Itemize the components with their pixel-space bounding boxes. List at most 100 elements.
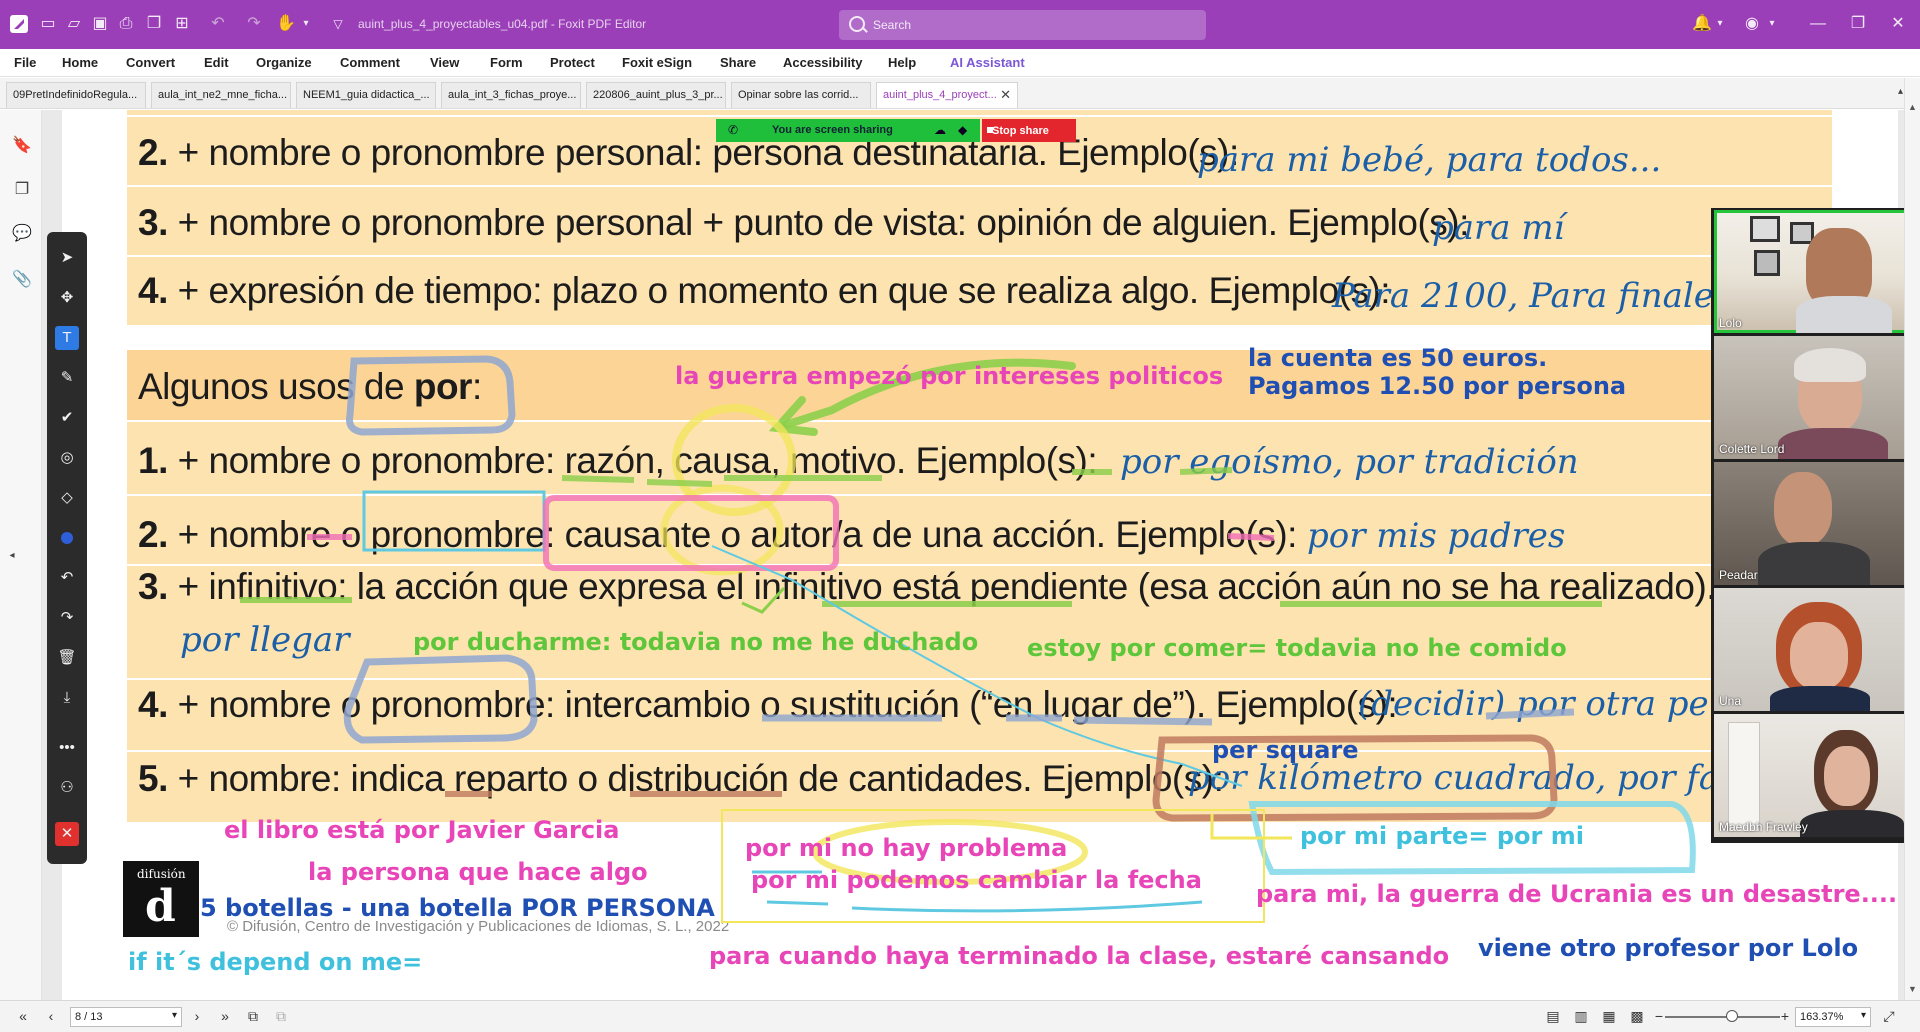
print-icon[interactable]: ⎙ [116,14,136,34]
foxit-logo-icon[interactable] [10,15,28,33]
continuous-facing-view-icon[interactable]: ▩ [1628,1008,1646,1025]
new-doc-icon[interactable]: ▭ [38,14,58,34]
text-tool-icon[interactable]: T [55,326,79,350]
account-icon[interactable]: ◉ [1742,14,1762,34]
new-page-icon[interactable]: ⊞ [172,14,192,34]
participant-tile[interactable]: Peadar [1714,462,1918,585]
participant-shoulders [1758,542,1870,585]
screen-sharing-indicator[interactable]: ✆ You are screen sharing ☁ ◆ [716,119,980,142]
hand-tool-icon[interactable]: ✋ [276,14,296,34]
scroll-up-icon[interactable]: ▲ [1908,102,1917,112]
stop-share-button[interactable]: Stop share [982,119,1076,142]
participants-icon[interactable]: ⚇ [55,776,79,800]
menu-edit[interactable]: Edit [204,55,229,70]
participant-tile[interactable]: Colette Lord [1714,336,1918,459]
save-icon[interactable]: ▣ [90,14,110,34]
search-input[interactable] [873,16,1173,34]
tab-document[interactable]: aula_int_ne2_mne_ficha... [151,82,291,108]
color-picker-icon[interactable] [55,526,79,550]
tab-label: Opinar sobre las corrid... [738,89,859,101]
annotation-text: para mi, la guerra de Ucrania es un desa… [1256,880,1898,908]
menu-help[interactable]: Help [888,55,916,70]
scroll-down-icon[interactable]: ▼ [1908,984,1917,994]
first-page-icon[interactable]: « [14,1008,32,1024]
handwritten-example: por llegar [180,620,350,660]
menu-foxit-esign[interactable]: Foxit eSign [622,55,692,70]
fit-view-icon[interactable]: ⧉ [272,1008,290,1025]
last-page-icon[interactable]: » [216,1008,234,1024]
tab-document[interactable]: Opinar sobre las corrid... [731,82,871,108]
participant-shoulders [1796,296,1892,333]
customize-quick-access-icon[interactable]: ▽ [328,14,348,34]
publisher-logo-text: difusión [137,867,186,881]
close-toolbar-icon[interactable]: ✕ [55,822,79,846]
zoom-level-field[interactable]: 163.37% [1795,1007,1871,1027]
close-icon[interactable]: ✕ [1888,14,1908,34]
copy-doc-icon[interactable]: ❐ [144,14,164,34]
tab-document[interactable]: NEEM1_guia didactica_... [296,82,436,108]
single-page-view-icon[interactable]: ▤ [1544,1008,1562,1025]
minimize-icon[interactable]: — [1808,14,1828,34]
participant-tile[interactable]: Una [1714,588,1918,711]
participant-tile[interactable]: Lolo [1714,210,1918,333]
comments-icon[interactable]: 💬 [12,224,32,244]
search-box[interactable] [839,10,1206,40]
select-arrow-icon[interactable]: ➤ [55,246,79,270]
eraser-icon[interactable]: ◇ [55,486,79,510]
menu-convert[interactable]: Convert [126,55,175,70]
zoom-slider[interactable] [1665,1016,1780,1018]
fullscreen-icon[interactable]: ⤢ [1880,1008,1898,1025]
participant-tile[interactable]: Maedbh Frawley [1714,714,1918,837]
page-number-field[interactable]: 8 / 13 [70,1007,182,1027]
copy-view-icon[interactable]: ⧉ [244,1008,262,1025]
collapse-panel-icon[interactable]: ◂ [2,546,22,566]
trash-icon[interactable]: 🗑 [55,646,79,670]
menu-protect[interactable]: Protect [550,55,595,70]
download-icon[interactable]: ⤓ [55,686,79,710]
close-tab-icon[interactable]: ✕ [1000,87,1011,103]
more-icon[interactable]: ••• [55,736,79,760]
stamp-icon[interactable]: ◎ [55,446,79,470]
pages-icon[interactable]: ❐ [12,180,32,200]
annotation-text: el libro está por Javier Garcia [224,816,620,844]
undo-icon[interactable]: ↶ [208,14,228,34]
zoom-in-icon[interactable]: + [1776,1008,1794,1024]
next-page-icon[interactable]: › [188,1008,206,1024]
menu-view[interactable]: View [430,55,459,70]
chevron-down-icon[interactable]: ▾ [296,14,316,34]
chevron-down-icon[interactable]: ▾ [1762,14,1782,34]
menu-organize[interactable]: Organize [256,55,312,70]
undo-icon[interactable]: ↶ [55,566,79,590]
document-viewport[interactable]: 2. + nombre o pronombre personal: person… [42,110,1904,1000]
facing-view-icon[interactable]: ▦ [1600,1008,1618,1025]
pen-icon[interactable]: ✎ [55,366,79,390]
checkmark-icon[interactable]: ✔ [55,406,79,430]
tab-active-document[interactable]: auint_plus_4_proyect... ✕ [876,82,1018,108]
continuous-view-icon[interactable]: ▥ [1572,1008,1590,1025]
menu-share[interactable]: Share [720,55,756,70]
tab-document[interactable]: 220806_auint_plus_3_pr... [586,82,726,108]
row-number: 3. [138,566,168,607]
redo-icon[interactable]: ↷ [244,14,264,34]
previous-page-icon[interactable]: ‹ [42,1008,60,1024]
open-folder-icon[interactable]: ▱ [64,14,84,34]
move-icon[interactable]: ✥ [55,286,79,310]
menu-home[interactable]: Home [62,55,98,70]
menu-file[interactable]: File [14,55,36,70]
bookmark-icon[interactable]: 🔖 [12,136,32,156]
menu-ai-assistant[interactable]: AI Assistant [950,55,1025,70]
menu-form[interactable]: Form [490,55,523,70]
chevron-down-icon[interactable]: ▾ [1710,14,1730,34]
menu-accessibility[interactable]: Accessibility [783,55,863,70]
restore-icon[interactable]: ❐ [1848,14,1868,34]
attachment-icon[interactable]: 📎 [12,270,32,290]
bell-icon[interactable]: 🔔 [1692,14,1712,34]
tab-document[interactable]: 09PretIndefinidoRegula... [6,82,146,108]
menu-comment[interactable]: Comment [340,55,400,70]
tab-list-chevron-icon[interactable]: ▴ [1898,86,1903,97]
vertical-scrollbar[interactable]: ▲ ▼ [1904,78,1920,1000]
redo-icon[interactable]: ↷ [55,606,79,630]
zoom-slider-thumb[interactable] [1726,1010,1738,1022]
tab-document[interactable]: aula_int_3_fichas_proye... [441,82,581,108]
wall-picture-frame [1754,250,1780,276]
